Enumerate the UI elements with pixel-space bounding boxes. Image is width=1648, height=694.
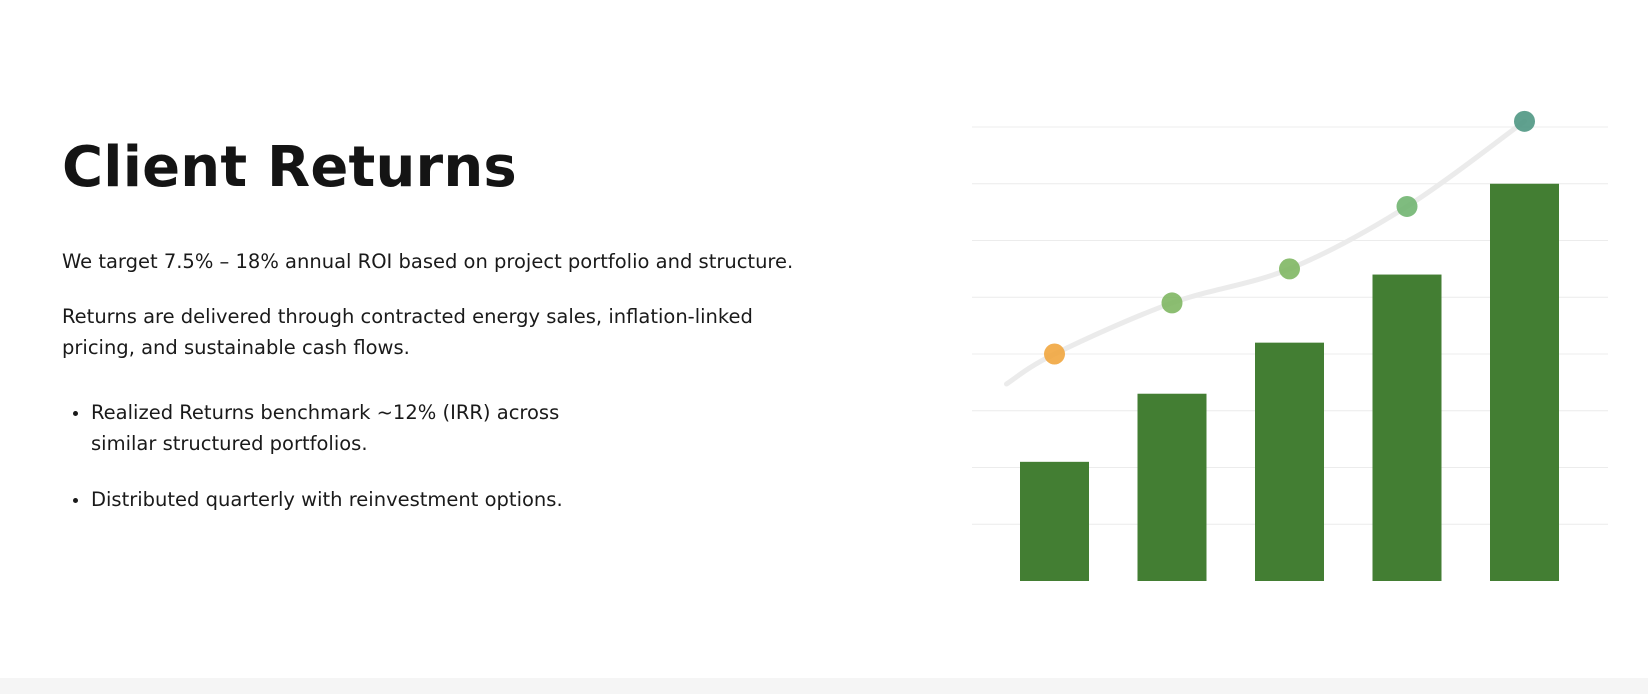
returns-bullet-list: Realized Returns benchmark ~12% (IRR) ac…: [62, 397, 582, 515]
footer-band: [0, 678, 1648, 694]
chart-bar: [1020, 461, 1089, 581]
chart-canvas: [972, 110, 1608, 581]
bullet-dot-icon: [73, 411, 78, 416]
chart-trend-point: [1396, 195, 1418, 217]
bullet-dot-icon: [73, 498, 78, 503]
roi-target-paragraph: We target 7.5% – 18% annual ROI based on…: [62, 250, 794, 273]
returns-growth-chart: [960, 50, 1620, 610]
text-column: Client Returns We target 7.5% – 18% annu…: [62, 130, 802, 515]
returns-delivery-paragraph: Returns are delivered through contracted…: [62, 305, 753, 359]
bullet-text: Realized Returns benchmark ~12% (IRR) ac…: [91, 401, 560, 455]
bullet-text: Distributed quarterly with reinvestment …: [91, 488, 563, 511]
chart-trend-point: [1044, 343, 1065, 365]
chart-trend-point: [1279, 258, 1300, 280]
chart-bar: [1372, 274, 1442, 581]
chart-bar: [1490, 183, 1559, 581]
chart-bar: [1137, 393, 1207, 581]
section-title: Client Returns: [62, 135, 517, 200]
client-returns-section: Client Returns We target 7.5% – 18% annu…: [0, 0, 1648, 694]
bullet-realized-returns: Realized Returns benchmark ~12% (IRR) ac…: [62, 397, 582, 459]
chart-trend-point: [1514, 110, 1535, 132]
chart-bar: [1255, 342, 1324, 581]
bullet-distribution: Distributed quarterly with reinvestment …: [62, 484, 582, 515]
chart-trend-point: [1161, 292, 1183, 314]
